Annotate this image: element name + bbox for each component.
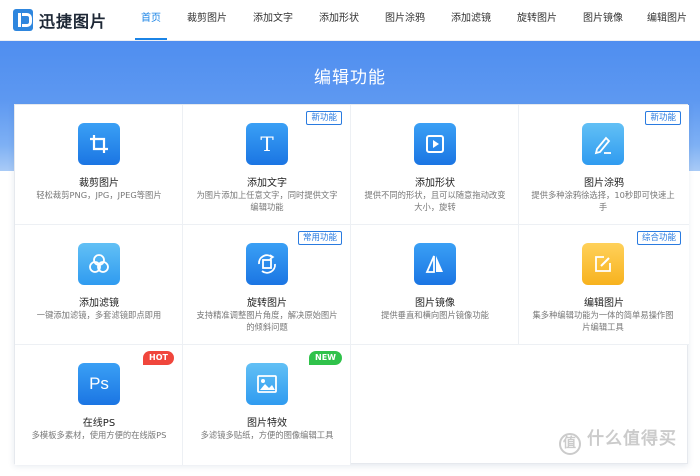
feature-grid: 裁剪图片 轻松裁剪PNG，JPG，JPEG等图片 新功能 T 添加文字 为图片添… — [14, 104, 689, 465]
feature-desc: 支持精准调整图片角度，解决原始图片的倾斜问题 — [196, 310, 338, 332]
nav-item-add-text[interactable]: 添加文字 — [240, 0, 306, 41]
top-navbar: 迅捷图片 首页 裁剪图片 添加文字 添加形状 图片涂鸦 添加滤镜 旋转图片 图片… — [0, 0, 700, 41]
feature-desc: 多滤镜多贴纸，方便的图像编辑工具 — [200, 430, 334, 440]
feature-desc: 一键添加滤镜，多套滤镜即点即用 — [36, 310, 162, 320]
feature-desc: 为图片添加上任意文字，同时提供文字编辑功能 — [196, 190, 338, 212]
hero-title: 编辑功能 — [314, 68, 386, 88]
nav-item-filter[interactable]: 添加滤镜 — [438, 0, 504, 41]
image-effect-icon — [246, 363, 288, 405]
pen-icon — [582, 123, 624, 165]
feature-card-crop[interactable]: 裁剪图片 轻松裁剪PNG，JPG，JPEG等图片 — [15, 105, 183, 225]
shape-icon — [414, 123, 456, 165]
feature-title: 图片镜像 — [415, 298, 455, 309]
nav-item-edit[interactable]: 编辑图片 — [636, 0, 698, 41]
watermark: 值什么值得买 — [559, 424, 677, 455]
feature-title: 编辑图片 — [584, 298, 624, 309]
feature-desc: 提供垂直和横向图片镜像功能 — [381, 310, 489, 320]
new-badge: NEW — [309, 351, 342, 365]
common-feature-badge: 常用功能 — [297, 231, 342, 245]
brand-logo[interactable]: 迅捷图片 — [13, 8, 107, 32]
feature-card-mirror[interactable]: 图片镜像 提供垂直和横向图片镜像功能 — [351, 225, 519, 345]
logo-icon — [13, 9, 33, 31]
watermark-text: 什么值得买 — [587, 429, 677, 449]
rotate-icon — [246, 243, 288, 285]
new-feature-badge: 新功能 — [645, 111, 681, 125]
edit-icon — [582, 243, 624, 285]
nav-item-rotate[interactable]: 旋转图片 — [504, 0, 570, 41]
feature-title: 添加滤镜 — [79, 298, 119, 309]
feature-title: 添加文字 — [247, 178, 287, 189]
feature-desc: 多模板多素材，使用方便的在线版PS — [31, 430, 167, 440]
main-nav: 首页 裁剪图片 添加文字 添加形状 图片涂鸦 添加滤镜 旋转图片 图片镜像 编辑… — [128, 0, 698, 41]
feature-card-image-effect[interactable]: NEW 图片特效 多滤镜多贴纸，方便的图像编辑工具 — [183, 345, 351, 465]
nav-item-doodle[interactable]: 图片涂鸦 — [372, 0, 438, 41]
crop-icon — [78, 123, 120, 165]
feature-title: 裁剪图片 — [79, 178, 119, 189]
feature-desc: 轻松裁剪PNG，JPG，JPEG等图片 — [36, 190, 162, 200]
nav-item-home[interactable]: 首页 — [128, 0, 174, 41]
feature-desc: 提供多种涂鸦徐选择，10秒即可快速上手 — [531, 190, 675, 212]
text-icon: T — [246, 123, 288, 165]
filter-icon — [78, 243, 120, 285]
watermark-mark: 值 — [559, 433, 581, 455]
feature-desc: 集多种编辑功能为一体的简单易操作图片编辑工具 — [532, 310, 674, 332]
hot-badge: HOT — [143, 351, 174, 365]
feature-card-edit[interactable]: 综合功能 编辑图片 集多种编辑功能为一体的简单易操作图片编辑工具 — [519, 225, 689, 345]
mirror-icon — [414, 243, 456, 285]
feature-card-add-text[interactable]: 新功能 T 添加文字 为图片添加上任意文字，同时提供文字编辑功能 — [183, 105, 351, 225]
feature-title: 图片特效 — [247, 418, 287, 429]
nav-item-crop[interactable]: 裁剪图片 — [174, 0, 240, 41]
feature-desc: 提供不同的形状，且可以随意拖动改变大小，旋转 — [364, 190, 506, 212]
brand-name: 迅捷图片 — [39, 12, 108, 31]
nav-item-add-shape[interactable]: 添加形状 — [306, 0, 372, 41]
feature-card-filter[interactable]: 添加滤镜 一键添加滤镜，多套滤镜即点即用 — [15, 225, 183, 345]
feature-title: 添加形状 — [415, 178, 455, 189]
feature-card-doodle[interactable]: 新功能 图片涂鸦 提供多种涂鸦徐选择，10秒即可快速上手 — [519, 105, 689, 225]
nav-item-mirror[interactable]: 图片镜像 — [570, 0, 636, 41]
feature-card-rotate[interactable]: 常用功能 旋转图片 支持精准调整图片角度，解决原始图片的倾斜问题 — [183, 225, 351, 345]
all-in-one-badge: 综合功能 — [636, 231, 681, 245]
feature-title: 在线PS — [82, 418, 116, 429]
new-feature-badge: 新功能 — [306, 111, 342, 125]
feature-title: 旋转图片 — [247, 298, 287, 309]
feature-title: 图片涂鸦 — [584, 178, 624, 189]
ps-icon: Ps — [78, 363, 120, 405]
svg-text:T: T — [260, 133, 274, 155]
feature-card-online-ps[interactable]: HOT Ps 在线PS 多模板多素材，使用方便的在线版PS — [15, 345, 183, 465]
feature-card-add-shape[interactable]: 添加形状 提供不同的形状，且可以随意拖动改变大小，旋转 — [351, 105, 519, 225]
